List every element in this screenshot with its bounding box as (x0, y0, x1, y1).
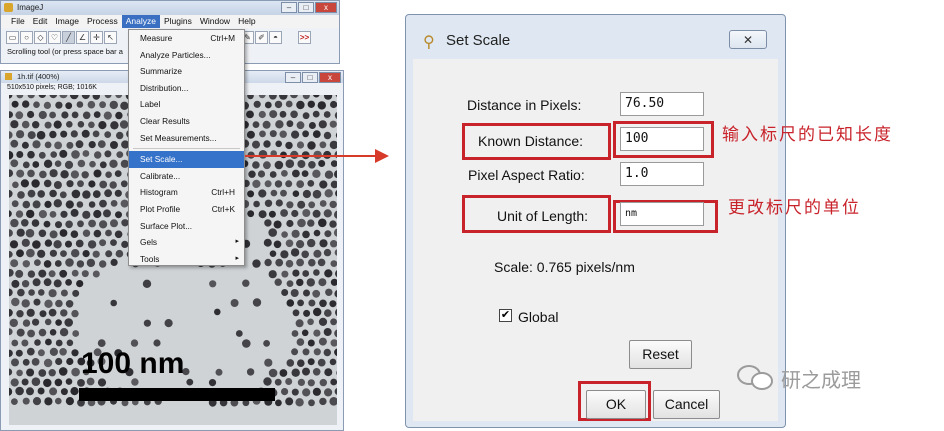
unit-annotation: 更改标尺的单位 (728, 198, 861, 218)
window-controls: – □ x (281, 2, 337, 13)
brush-tool-icon[interactable]: ✐ (255, 30, 268, 44)
menu-item-clear-results[interactable]: Clear Results (129, 113, 244, 130)
line-tool-icon[interactable]: ╱ (62, 30, 75, 44)
close-icon[interactable]: ✕ (729, 30, 767, 49)
menu-item-shortcut: Ctrl+K (211, 203, 235, 214)
pointer-arrow-line (245, 155, 377, 157)
menu-item-label[interactable]: Label (129, 96, 244, 113)
ok-button[interactable]: OK (586, 390, 646, 419)
image-window-icon (5, 73, 12, 80)
more-tools-icon[interactable]: >> (298, 30, 311, 44)
known-distance-annotation: 输入标尺的已知长度 (722, 125, 893, 145)
menu-item-label: Clear Results (140, 115, 190, 126)
image-window-title: 1h.tif (400%) (17, 72, 60, 81)
distance-in-pixels-label: Distance in Pixels: (467, 97, 582, 113)
menu-item-label: Plot Profile (140, 203, 181, 214)
global-checkbox-label: Global (518, 309, 559, 325)
menu-item-label: Summarize (140, 66, 182, 77)
distance-in-pixels-field[interactable]: 76.50 (620, 92, 704, 116)
menu-item-tools[interactable]: Tools ▸ (129, 251, 244, 268)
watermark: 研之成理 (737, 363, 861, 393)
menu-item-plot-profile[interactable]: Plot Profile Ctrl+K (129, 201, 244, 218)
menu-image[interactable]: Image (51, 15, 83, 28)
menu-item-label: Histogram (140, 187, 178, 198)
angle-tool-icon[interactable]: ∠ (76, 30, 89, 44)
imagej-titlebar: ImageJ – □ x (1, 1, 339, 15)
scale-readout: Scale: 0.765 pixels/nm (494, 259, 635, 275)
global-checkbox[interactable]: ✔ (499, 309, 512, 322)
menu-item-summarize[interactable]: Summarize (129, 63, 244, 80)
pixel-aspect-ratio-field[interactable]: 1.0 (620, 162, 704, 186)
menu-item-calibrate[interactable]: Calibrate... (129, 168, 244, 185)
menu-item-label: Set Measurements... (140, 132, 217, 143)
menu-process[interactable]: Process (83, 15, 122, 28)
microscope-icon: ⚲ (423, 34, 435, 51)
menu-item-set-measurements[interactable]: Set Measurements... (129, 130, 244, 147)
analyze-menu-dropdown: Measure Ctrl+M Analyze Particles... Summa… (128, 29, 245, 266)
menu-item-label-text: Label (140, 99, 161, 110)
dialog-titlebar: ⚲ Set Scale ✕ (406, 15, 785, 57)
menu-separator (133, 148, 240, 150)
minimize-button[interactable]: – (281, 2, 297, 13)
oval-tool-icon[interactable]: ○ (20, 30, 33, 44)
menu-item-label: Analyze Particles... (140, 49, 211, 60)
pointer-arrow-head (375, 149, 389, 163)
maximize-button[interactable]: □ (298, 2, 314, 13)
image-minimize-button[interactable]: – (285, 72, 301, 83)
menu-item-shortcut: Ctrl+H (211, 187, 235, 198)
polygon-tool-icon[interactable]: ◇ (34, 30, 47, 44)
watermark-text: 研之成理 (781, 369, 861, 392)
imagej-title: ImageJ (17, 3, 44, 12)
menu-item-label: Set Scale... (140, 154, 183, 165)
menu-edit[interactable]: Edit (29, 15, 52, 28)
unit-of-length-field[interactable]: nm (620, 202, 704, 226)
flood-fill-tool-icon[interactable]: ◓ (269, 30, 282, 44)
menu-item-label: Tools (140, 253, 160, 264)
menu-help[interactable]: Help (234, 15, 259, 28)
known-distance-label: Known Distance: (478, 133, 584, 149)
wand-tool-icon[interactable]: ↖ (104, 30, 117, 44)
unit-of-length-label: Unit of Length: (497, 208, 589, 224)
dialog-title: Set Scale (446, 32, 511, 49)
menu-item-shortcut: Ctrl+M (210, 33, 235, 43)
submenu-arrow-icon: ▸ (235, 254, 239, 262)
reset-button[interactable]: Reset (629, 340, 692, 369)
submenu-arrow-icon: ▸ (235, 238, 239, 246)
image-maximize-button[interactable]: □ (302, 72, 318, 83)
menu-item-measure[interactable]: Measure Ctrl+M (129, 30, 244, 47)
menu-item-label: Measure (140, 33, 173, 43)
menu-item-set-scale[interactable]: Set Scale... (129, 151, 244, 168)
menu-window[interactable]: Window (196, 15, 234, 28)
menu-item-histogram[interactable]: Histogram Ctrl+H (129, 184, 244, 201)
menu-item-surface-plot[interactable]: Surface Plot... (129, 218, 244, 235)
rectangle-tool-icon[interactable]: ▭ (6, 30, 19, 44)
point-tool-icon[interactable]: ✛ (90, 30, 103, 44)
pixel-aspect-ratio-label: Pixel Aspect Ratio: (468, 167, 585, 183)
imagej-app-icon (4, 3, 13, 12)
image-close-button[interactable]: x (319, 72, 341, 83)
menu-item-distribution[interactable]: Distribution... (129, 80, 244, 97)
menu-item-label: Calibrate... (140, 170, 181, 181)
known-distance-field[interactable]: 100 (620, 127, 704, 151)
scale-bar (79, 388, 275, 401)
close-window-button[interactable]: x (315, 2, 337, 13)
menu-item-label: Distribution... (140, 82, 189, 93)
menu-plugins[interactable]: Plugins (160, 15, 196, 28)
cancel-button[interactable]: Cancel (653, 390, 720, 419)
set-scale-dialog: ⚲ Set Scale ✕ Distance in Pixels: 76.50 … (405, 14, 786, 428)
menu-item-label: Surface Plot... (140, 220, 193, 231)
imagej-menubar: File Edit Image Process Analyze Plugins … (1, 15, 339, 28)
freehand-tool-icon[interactable]: ♡ (48, 30, 61, 44)
image-window-controls: – □ x (285, 72, 341, 83)
dialog-body: Distance in Pixels: 76.50 Known Distance… (413, 59, 778, 421)
scale-bar-label: 100 nm (81, 347, 185, 380)
menu-item-label: Gels (140, 237, 158, 248)
wechat-icon (737, 363, 775, 393)
menu-file[interactable]: File (7, 15, 29, 28)
menu-item-gels[interactable]: Gels ▸ (129, 234, 244, 251)
menu-item-analyze-particles[interactable]: Analyze Particles... (129, 47, 244, 64)
menu-analyze[interactable]: Analyze (121, 15, 160, 28)
